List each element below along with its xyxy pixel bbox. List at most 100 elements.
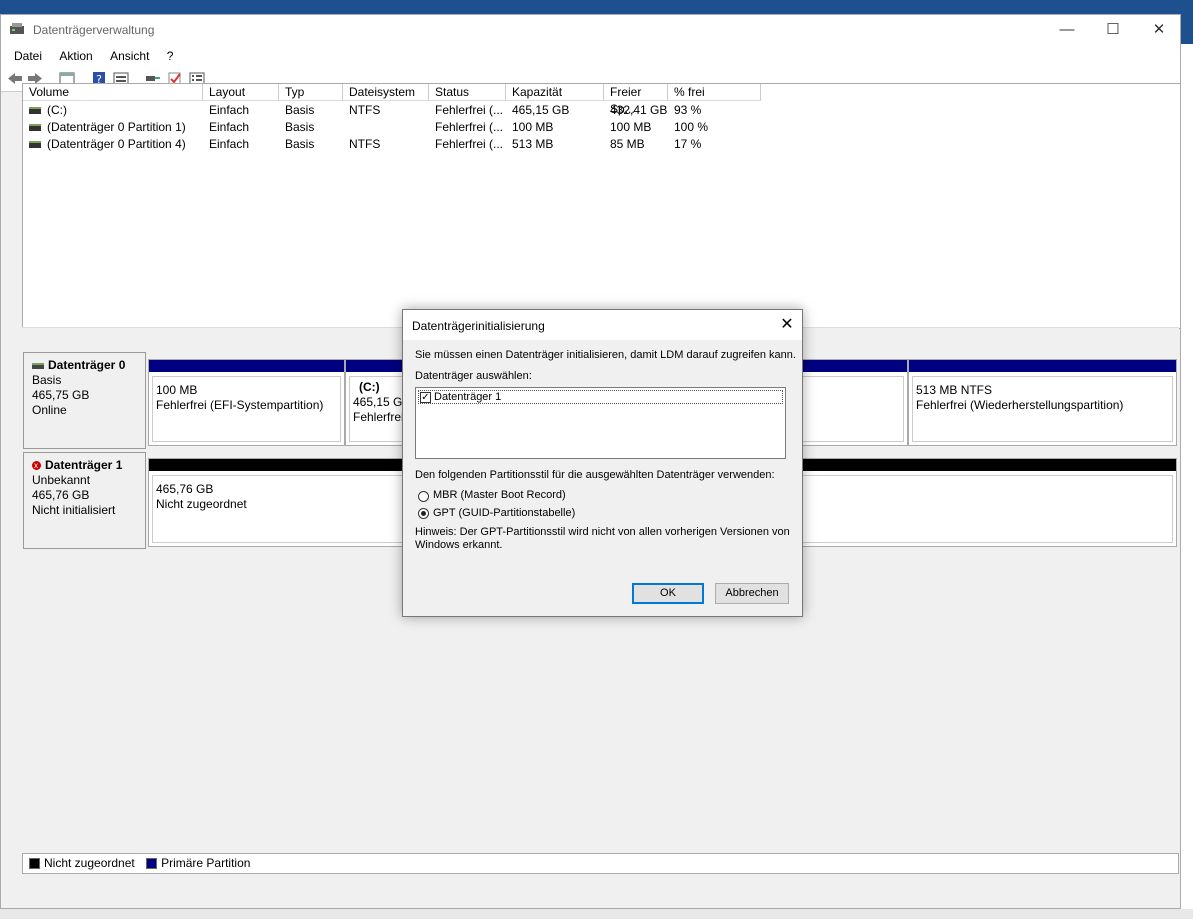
dialog-title: Datenträgerinitialisierung [412,319,545,333]
column-volume[interactable]: Volume [23,84,203,101]
disk-0-state: Online [32,403,67,417]
volume-icon [29,124,41,132]
partition-status: Fehlerfrei (Wiederherstellungspartition) [916,398,1124,412]
disk-1-state: Nicht initialisiert [32,503,116,517]
window-titlebar: Datenträgerverwaltung — ☐ ✕ [1,15,1180,45]
disk-0-type: Basis [32,373,62,387]
status-cell: Fehlerfrei (... [435,103,504,117]
volume-name: (C:) [47,103,67,117]
partition-size: 465,76 GB [156,482,214,496]
column-dateisystem[interactable]: Dateisystem [343,84,429,101]
legend: Nicht zugeordnet Primäre Partition [22,853,1179,874]
freier-speicher-cell: 85 MB [610,137,645,151]
prozent-frei-cell: 100 % [674,120,709,134]
column-prozent-frei[interactable]: % frei [668,84,761,101]
status-cell: Fehlerfrei (... [435,137,504,151]
column-status[interactable]: Status [429,84,506,101]
column-kapazitaet[interactable]: Kapazität [506,84,604,101]
legend-swatch-primary [146,858,158,870]
kapazitaet-cell: 513 MB [512,137,554,151]
legend-swatch-unallocated [29,858,40,870]
dateisystem-cell [343,119,429,136]
partition-size: 100 MB [156,383,198,397]
prozent-frei-cell: 93 % [674,103,702,117]
status-cell: Fehlerfrei (... [435,120,504,134]
column-layout[interactable]: Layout [203,84,279,101]
select-disk-label: Datenträger auswählen: [415,370,532,382]
gpt-hint-line2: Windows erkannt. [415,539,503,551]
volume-icon [29,107,41,115]
volume-name: (Datenträger 0 Partition 1) [47,120,186,134]
disk-error-icon: x [32,461,41,471]
layout-cell: Einfach [209,103,250,117]
disk-checkbox[interactable]: ✓ [420,392,431,403]
freier-speicher-cell: 432,41 GB [610,103,668,117]
kapazitaet-cell: 100 MB [512,120,554,134]
ok-button[interactable]: OK [632,583,704,604]
disk-1-label[interactable]: x Datenträger 1 Unbekannt 465,76 GB Nicht… [23,452,146,549]
disk-list-item[interactable]: ✓ Datenträger 1 [418,390,783,404]
partition-status: Fehlerfrei (EFI-Systempartition) [156,398,324,412]
initialize-disk-dialog: Datenträgerinitialisierung ✕ Sie müssen … [402,309,803,617]
table-row[interactable]: (C:) Einfach Basis NTFS Fehlerfrei (... … [23,102,783,119]
volume-name-cell: (C:) [23,102,203,119]
legend-unallocated: Nicht zugeordnet [44,856,135,870]
minimize-button[interactable]: — [1044,15,1090,45]
mbr-label[interactable]: MBR (Master Boot Record) [433,489,566,501]
typ-cell: Basis [285,103,315,117]
gpt-radio[interactable] [418,508,429,519]
maximize-button[interactable]: ☐ [1090,15,1136,45]
menu-ansicht[interactable]: Ansicht [103,45,156,63]
cancel-button[interactable]: Abbrechen [715,583,789,604]
disk-1-size: 465,76 GB [32,488,90,502]
partition-size: 513 MB NTFS [916,383,993,397]
partition-recovery[interactable]: 513 MB NTFS Fehlerfrei (Wiederherstellun… [908,359,1177,446]
kapazitaet-cell: 465,15 GB [512,103,570,117]
dateisystem-cell: NTFS [349,103,381,117]
disk-0-label[interactable]: Datenträger 0 Basis 465,75 GB Online [23,352,146,449]
dateisystem-cell: NTFS [349,137,381,151]
disk-item-label: Datenträger 1 [434,391,502,403]
disk-management-icon [10,23,24,34]
background-taskbar [0,909,1193,919]
table-row[interactable]: (Datenträger 0 Partition 1) Einfach Basi… [23,119,783,136]
freier-speicher-cell: 100 MB [610,120,652,134]
partition-unallocated-text: 465,76 GB Nicht zugeordnet [149,479,254,515]
volume-name-cell: (Datenträger 0 Partition 4) [23,136,203,153]
typ-cell: Basis [285,120,315,134]
menu-help[interactable]: ? [160,45,181,63]
dialog-close-button[interactable]: ✕ [772,310,802,340]
column-typ[interactable]: Typ [279,84,343,101]
volume-icon [29,141,41,149]
menu-aktion[interactable]: Aktion [52,45,99,63]
layout-cell: Einfach [209,137,250,151]
dialog-titlebar: Datenträgerinitialisierung ✕ [403,310,802,340]
window-title: Datenträgerverwaltung [33,23,155,37]
disk-listbox[interactable]: ✓ Datenträger 1 [415,387,786,459]
legend-primary: Primäre Partition [161,856,251,870]
column-freier-speicher[interactable]: Freier Sp... [604,84,668,116]
primary-partition-bar [149,360,344,372]
close-button[interactable]: ✕ [1136,15,1182,45]
layout-cell: Einfach [209,120,250,134]
partition-efi[interactable]: 100 MB Fehlerfrei (EFI-Systempartition) [148,359,345,446]
table-row[interactable]: (Datenträger 0 Partition 4) Einfach Basi… [23,136,783,153]
disk-icon [32,362,44,369]
menu-bar: Datei Aktion Ansicht ? [1,45,1180,66]
typ-cell: Basis [285,137,315,151]
primary-partition-bar [909,360,1176,372]
volume-name-cell: (Datenträger 0 Partition 1) [23,119,203,136]
disk-0-title: Datenträger 0 [32,358,137,373]
back-icon[interactable] [7,71,23,86]
partition-style-label: Den folgenden Partitionsstil für die aus… [415,469,775,481]
prozent-frei-cell: 17 % [674,137,702,151]
partition-status: Nicht zugeordnet [156,497,247,511]
disk-1-title: x Datenträger 1 [32,458,123,472]
disk-0-size: 465,75 GB [32,388,90,402]
volume-name: (Datenträger 0 Partition 4) [47,137,186,151]
background-page-edge [1180,44,1193,919]
menu-datei[interactable]: Datei [7,45,49,63]
volume-list: Volume Layout Typ Dateisystem Status Kap… [22,83,1181,329]
mbr-radio[interactable] [418,491,429,502]
gpt-label[interactable]: GPT (GUID-Partitionstabelle) [433,507,575,519]
